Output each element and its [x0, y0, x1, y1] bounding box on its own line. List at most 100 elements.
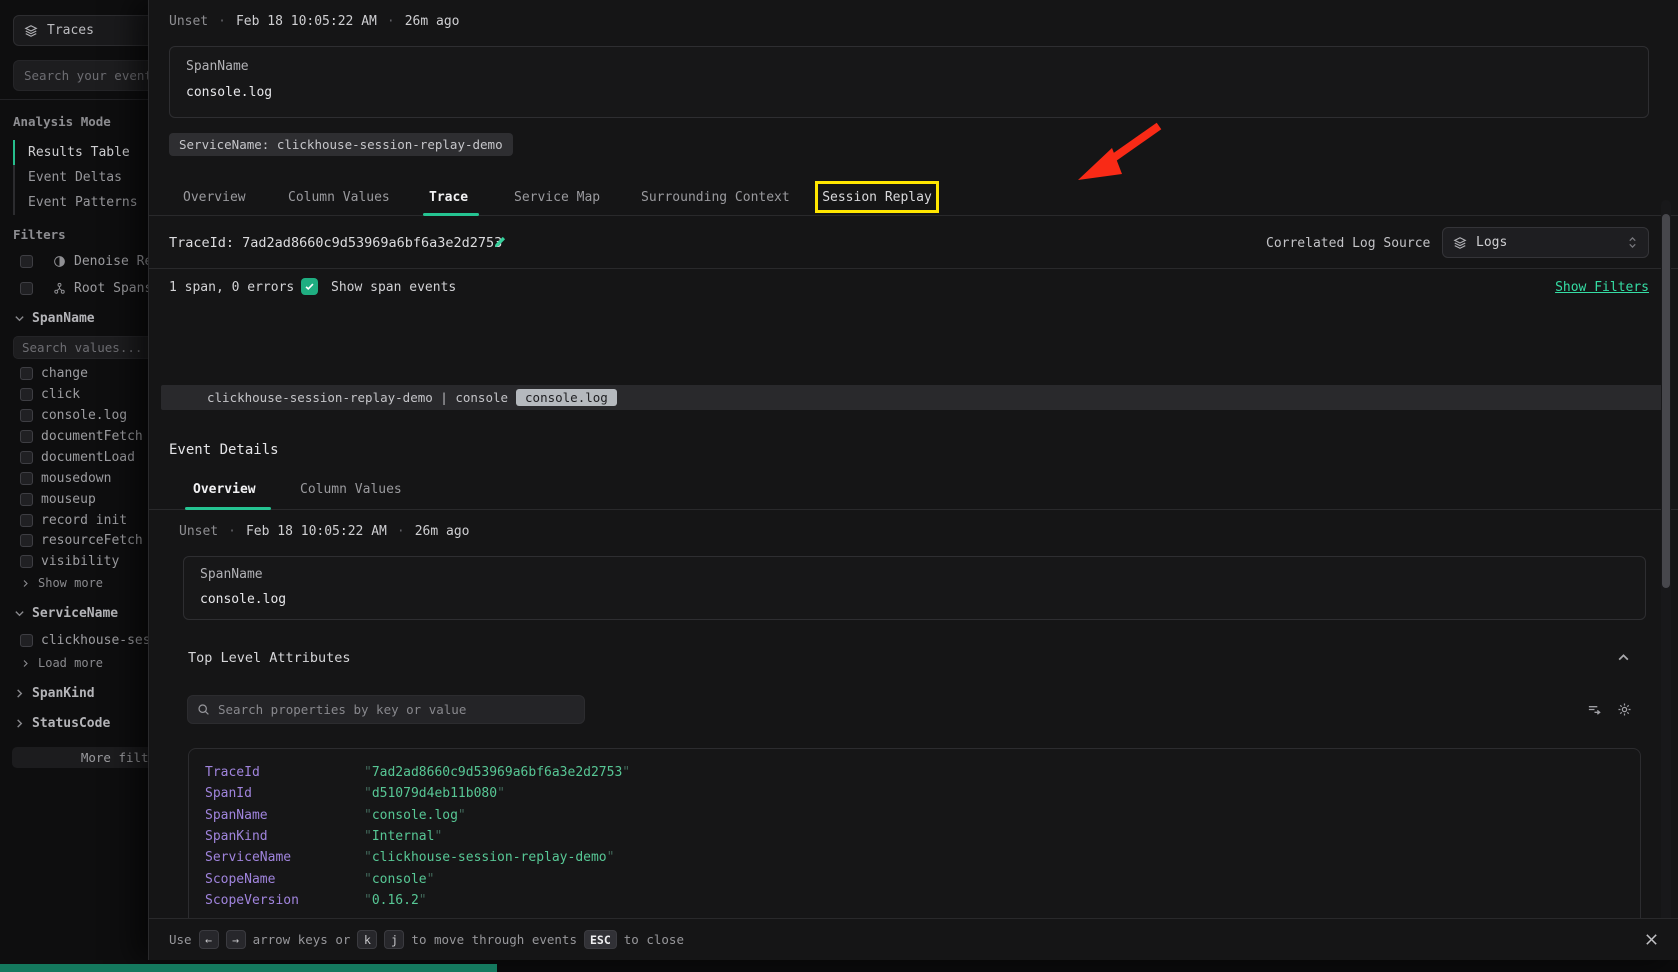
analysis-mode-nav: Results Table Event Deltas Event Pattern…: [13, 140, 138, 215]
tab-overview[interactable]: Overview: [183, 178, 246, 216]
table-row[interactable]: ScopeVersion0.16.2: [205, 890, 1640, 911]
log-source-select[interactable]: Logs: [1442, 227, 1649, 258]
value-row-record-init[interactable]: record init: [20, 513, 127, 528]
event-drawer: Unset · Feb 18 10:05:22 AM · 26m ago Spa…: [148, 0, 1678, 960]
tab-trace[interactable]: Trace: [429, 178, 468, 216]
value-row-documentfetch[interactable]: documentFetch: [20, 429, 143, 444]
table-row[interactable]: SpanNameconsole.log: [205, 805, 1640, 826]
ed-tab-overview[interactable]: Overview: [193, 468, 256, 510]
value-row-mousedown[interactable]: mousedown: [20, 471, 111, 486]
value-label: resourceFetch: [41, 533, 143, 548]
value-checkbox[interactable]: [20, 451, 33, 464]
show-span-events-checkbox[interactable]: [301, 278, 318, 295]
properties-search[interactable]: [187, 695, 585, 724]
value-checkbox[interactable]: [20, 514, 33, 527]
nav-item-results-table[interactable]: Results Table: [13, 140, 138, 165]
servicename-section-header[interactable]: ServiceName: [14, 606, 118, 621]
table-row[interactable]: ServiceNameclickhouse-session-replay-dem…: [205, 847, 1640, 868]
attr-value: clickhouse-session-replay-demo: [364, 850, 614, 865]
spanname-section-title: SpanName: [32, 311, 95, 326]
root-spans-checkbox[interactable]: [20, 282, 33, 295]
session-replay-highlight-box: Session Replay: [815, 181, 939, 213]
value-checkbox[interactable]: [20, 367, 33, 380]
value-checkbox[interactable]: [20, 388, 33, 401]
table-row[interactable]: ScopeNameconsole: [205, 868, 1640, 889]
value-checkbox[interactable]: [20, 534, 33, 547]
tab-service-map[interactable]: Service Map: [514, 178, 600, 216]
value-row-click[interactable]: click: [20, 387, 80, 402]
right-arrow-keycap: →: [226, 930, 246, 949]
spanname-card-value: console.log: [186, 85, 272, 100]
attr-key: ScopeVersion: [205, 893, 364, 908]
show-filters-link[interactable]: Show Filters: [1555, 280, 1649, 295]
spanname-card: SpanName console.log: [169, 46, 1649, 118]
edit-trace-icon[interactable]: [493, 235, 507, 249]
trace-id-value: 7ad2ad8660c9d53969a6bf6a3e2d2753: [242, 235, 502, 251]
value-checkbox[interactable]: [20, 430, 33, 443]
spanname-section-header[interactable]: SpanName: [14, 311, 95, 326]
attr-key: TraceId: [205, 765, 364, 780]
filter-lines-icon[interactable]: [1587, 702, 1602, 717]
event-header: Unset · Feb 18 10:05:22 AM · 26m ago: [169, 14, 459, 29]
attr-key: SpanKind: [205, 829, 364, 844]
collapse-section-icon[interactable]: [1617, 651, 1630, 664]
waterfall-span-chip[interactable]: console.log: [516, 389, 617, 406]
nav-item-event-deltas[interactable]: Event Deltas: [13, 165, 138, 190]
tab-session-replay[interactable]: Session Replay: [822, 190, 932, 205]
value-row-resourcefetch[interactable]: resourceFetch: [20, 533, 143, 548]
denoise-checkbox[interactable]: [20, 255, 33, 268]
properties-search-input[interactable]: [218, 702, 575, 717]
service-name-badge[interactable]: ServiceName: clickhouse-session-replay-d…: [169, 133, 513, 156]
chevron-right-icon: [14, 718, 25, 729]
trace-id-label: TraceId:: [169, 235, 234, 251]
drawer-footer: Use ← → arrow keys or k j to move throug…: [149, 918, 1678, 960]
layers-icon: [24, 24, 38, 38]
value-row-console-log[interactable]: console.log: [20, 408, 127, 423]
attr-key: ServiceName: [205, 850, 364, 865]
tab-column-values[interactable]: Column Values: [288, 178, 390, 216]
trace-waterfall-row[interactable]: clickhouse-session-replay-demo | console…: [161, 385, 1667, 410]
app-root: Traces Analysis Mode Results Table Event…: [0, 0, 1678, 972]
layers-icon: [1453, 236, 1467, 250]
show-more-link[interactable]: Show more: [21, 576, 103, 590]
denoise-icon: [53, 255, 66, 268]
value-label: console.log: [41, 408, 127, 423]
value-label: click: [41, 387, 80, 402]
table-row[interactable]: SpanKindInternal: [205, 826, 1640, 847]
table-row[interactable]: TraceId7ad2ad8660c9d53969a6bf6a3e2d2753: [205, 762, 1640, 783]
attr-key: ScopeName: [205, 872, 364, 887]
value-label: documentFetch: [41, 429, 143, 444]
ed-tab-column-values[interactable]: Column Values: [300, 468, 402, 510]
footer-text: to move through events: [411, 932, 577, 947]
value-checkbox[interactable]: [20, 472, 33, 485]
status-label: Unset: [169, 14, 208, 29]
dot-separator: ·: [387, 14, 395, 29]
event-details-tabs: Overview Column Values: [149, 468, 1678, 510]
left-arrow-keycap: ←: [199, 930, 219, 949]
close-icon[interactable]: [1644, 932, 1659, 947]
statuscode-section-title: StatusCode: [32, 716, 110, 731]
value-checkbox[interactable]: [20, 555, 33, 568]
spankind-section-header[interactable]: SpanKind: [14, 686, 95, 701]
traceid-row: TraceId: 7ad2ad8660c9d53969a6bf6a3e2d275…: [149, 216, 1678, 269]
value-label: change: [41, 366, 88, 381]
scrollbar-thumb[interactable]: [1662, 214, 1670, 588]
load-more-link[interactable]: Load more: [21, 656, 103, 670]
timestamp: Feb 18 10:05:22 AM: [236, 14, 377, 29]
value-checkbox[interactable]: [20, 409, 33, 422]
servicename-section-title: ServiceName: [32, 606, 118, 621]
footer-text: Use: [169, 932, 192, 947]
value-checkbox[interactable]: [20, 493, 33, 506]
gear-icon[interactable]: [1617, 702, 1632, 717]
statuscode-section-header[interactable]: StatusCode: [14, 716, 110, 731]
value-checkbox[interactable]: [20, 634, 33, 647]
value-row-visibility[interactable]: visibility: [20, 554, 119, 569]
value-row-documentload[interactable]: documentLoad: [20, 450, 135, 465]
value-row-change[interactable]: change: [20, 366, 88, 381]
nav-item-event-patterns[interactable]: Event Patterns: [13, 190, 138, 215]
table-row[interactable]: SpanIdd51079d4eb11b080: [205, 783, 1640, 804]
tab-surrounding-context[interactable]: Surrounding Context: [641, 178, 790, 216]
value-row-mouseup[interactable]: mouseup: [20, 492, 96, 507]
attr-value: console.log: [364, 808, 466, 823]
spanname-card-details: SpanName console.log: [183, 556, 1646, 620]
